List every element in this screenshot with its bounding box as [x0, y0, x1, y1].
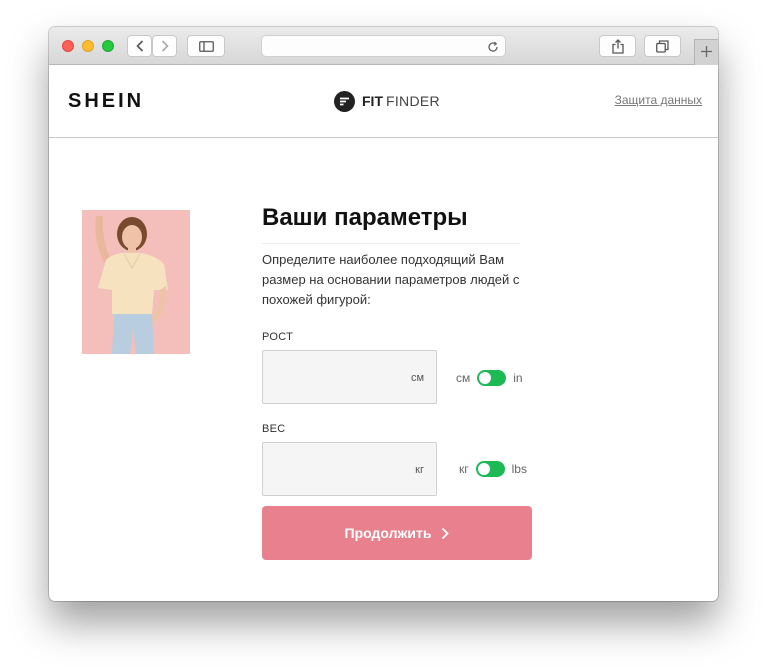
back-button[interactable] [127, 35, 152, 57]
weight-unit-toggle[interactable] [475, 461, 505, 477]
share-icon [611, 38, 624, 54]
continue-label: Продолжить [344, 525, 432, 541]
height-unit: см [410, 372, 424, 384]
weight-unit-toggle-group: кг lbs [459, 461, 527, 477]
weight-toggle-left-label: кг [459, 462, 469, 476]
chevron-left-icon [135, 40, 144, 52]
shein-logo[interactable]: SHEIN [68, 90, 144, 113]
toggle-knob [479, 372, 492, 384]
height-toggle-left-label: см [456, 371, 471, 385]
product-image [82, 210, 190, 354]
tabs-icon [656, 39, 669, 53]
fit-finder-light: FINDER [386, 93, 440, 109]
site-header: SHEIN FIT FINDER Защита данных [49, 65, 718, 138]
privacy-link[interactable]: Защита данных [615, 93, 702, 107]
address-bar[interactable] [261, 35, 506, 57]
plus-icon [701, 44, 712, 62]
description-text: Определите наиболее подходящий Вам разме… [262, 252, 520, 307]
tabs-button[interactable] [644, 35, 681, 57]
chevron-right-icon [441, 527, 450, 540]
fit-finder-bold: FIT [362, 93, 383, 109]
fit-finder-brand: FIT FINDER [334, 90, 440, 112]
height-unit-toggle-group: см in [456, 370, 523, 386]
divider [262, 243, 520, 244]
weight-input[interactable]: кг [262, 442, 437, 496]
new-tab-button[interactable] [694, 39, 718, 65]
toggle-knob [477, 463, 490, 475]
sidebar-button[interactable] [187, 35, 225, 57]
height-input[interactable]: см [262, 350, 437, 404]
height-label: РОСТ [262, 331, 294, 343]
chevron-right-icon [161, 40, 169, 52]
browser-toolbar [49, 27, 718, 65]
sidebar-icon [198, 40, 214, 52]
reload-icon[interactable] [487, 40, 499, 58]
share-button[interactable] [599, 35, 636, 57]
zoom-window-button[interactable] [102, 40, 114, 52]
minimize-window-button[interactable] [82, 40, 94, 52]
close-window-button[interactable] [62, 40, 74, 52]
weight-unit: кг [415, 464, 424, 476]
browser-window: SHEIN FIT FINDER Защита данных Ваши пара… [49, 27, 718, 601]
height-unit-toggle[interactable] [477, 370, 507, 386]
weight-toggle-right-label: lbs [511, 462, 527, 476]
height-toggle-right-label: in [513, 371, 523, 385]
continue-button[interactable]: Продолжить [262, 506, 532, 560]
fit-finder-icon [334, 90, 355, 112]
weight-label: ВЕС [262, 423, 286, 435]
page-title: Ваши параметры [262, 204, 468, 231]
forward-button[interactable] [152, 35, 177, 57]
